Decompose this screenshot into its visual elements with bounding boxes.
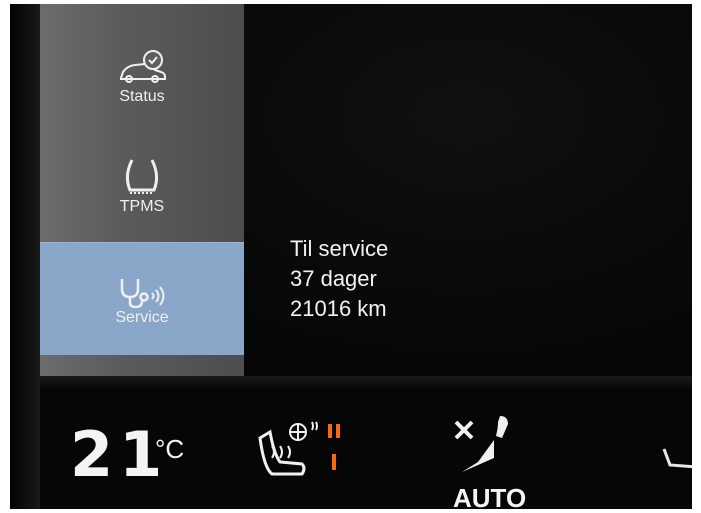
sidebar-item-service[interactable]: Service (40, 242, 244, 355)
auto-mode-label[interactable]: AUTO (453, 483, 526, 509)
car-check-icon (120, 50, 166, 83)
center-display: Status TPMS Service Til service 37 dager… (40, 4, 692, 376)
sidebar-item-label: Service (115, 309, 169, 326)
climate-bar: 21 °C AUTO (40, 390, 692, 509)
service-info-line: Til service (290, 236, 389, 261)
fan-airflow-icon[interactable] (450, 410, 520, 480)
tire-icon (125, 159, 159, 194)
stethoscope-icon (120, 279, 165, 309)
sidebar-item-label: TPMS (119, 198, 165, 215)
sidebar: Status TPMS Service (40, 4, 244, 376)
screen-edge (40, 376, 692, 390)
service-info: Til service 37 dager 21016 km (290, 234, 388, 324)
sidebar-item-label: Status (119, 88, 165, 105)
sidebar-item-tpms[interactable]: TPMS (40, 156, 244, 242)
temperature-unit: °C (155, 434, 185, 464)
infotainment-photo: Status TPMS Service Til service 37 dager… (10, 4, 692, 509)
screen-bezel (10, 4, 40, 509)
service-info-days: 37 dager (290, 266, 377, 291)
service-info-distance: 21016 km (290, 296, 387, 321)
heated-seat-icon[interactable] (250, 418, 350, 488)
seat-edge-icon (662, 448, 692, 469)
sidebar-item-status[interactable]: Status (40, 48, 244, 138)
temperature-value[interactable]: 21 (70, 420, 168, 490)
